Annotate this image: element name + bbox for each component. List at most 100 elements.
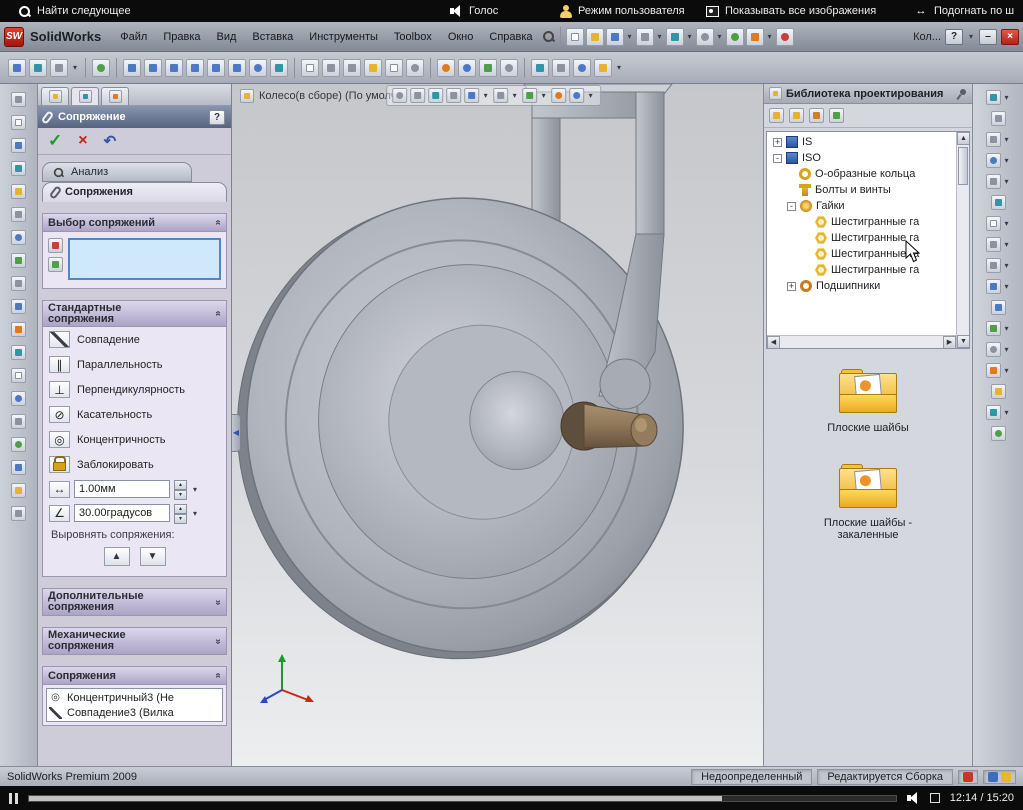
scene-icon[interactable]: [479, 59, 497, 77]
standard-mates-header[interactable]: Стандартные сопряжения »: [43, 301, 226, 327]
options-icon[interactable]: [746, 28, 764, 46]
distance-dropdown-icon[interactable]: ▾: [191, 485, 199, 494]
mates-list-item[interactable]: Совпадение3 (Вилка: [49, 705, 220, 720]
menu-edit[interactable]: Правка: [156, 28, 207, 46]
distribute-icon[interactable]: [343, 59, 361, 77]
line-tool-icon[interactable]: [531, 59, 549, 77]
tab-analysis[interactable]: Анализ: [42, 162, 192, 182]
tree-item-bolts[interactable]: Болты и винты: [769, 182, 954, 198]
camera-icon[interactable]: [986, 363, 1001, 378]
view-orientation-icon[interactable]: [464, 88, 479, 103]
show-all-images-button[interactable]: Показывать все изображения: [706, 0, 876, 22]
dropdown-icon[interactable]: ▾: [1003, 93, 1011, 102]
select-dropdown-icon[interactable]: ▾: [716, 32, 724, 41]
tree-vertical-scrollbar[interactable]: ▲ ▼: [956, 132, 969, 348]
select-icon[interactable]: [696, 28, 714, 46]
reference-geometry-icon[interactable]: [207, 59, 225, 77]
appearance-target-icon[interactable]: [986, 405, 1001, 420]
expander-icon[interactable]: +: [787, 282, 796, 291]
mates-list-item[interactable]: ◎ Концентричный3 (Не: [49, 690, 220, 705]
zoom-area-icon[interactable]: [410, 88, 425, 103]
section-view-icon[interactable]: [446, 88, 461, 103]
feature-manager-tab[interactable]: [41, 87, 69, 105]
trim-tool-icon[interactable]: [552, 59, 570, 77]
smart-dimension-icon[interactable]: [364, 59, 382, 77]
display-style-icon[interactable]: [493, 88, 508, 103]
insert-component-icon[interactable]: [8, 59, 26, 77]
mate-lock[interactable]: Заблокировать: [43, 452, 226, 477]
rebuild-icon[interactable]: [726, 28, 744, 46]
dropdown-icon[interactable]: ▾: [1003, 324, 1011, 333]
circle-tool-icon[interactable]: [573, 59, 591, 77]
solidworks-search-icon[interactable]: [542, 30, 555, 43]
document-name-short[interactable]: Кол...: [913, 31, 941, 43]
mate-tangent[interactable]: ⊘ Касательность: [43, 402, 226, 427]
anti-aligned-button[interactable]: ▼: [140, 547, 166, 566]
pause-button[interactable]: [9, 793, 18, 804]
tree-item-orings[interactable]: О-образные кольца: [769, 166, 954, 182]
mate-perpendicular[interactable]: ⊥ Перпендикулярность: [43, 377, 226, 402]
view-orientation-dropdown-icon[interactable]: ▾: [482, 91, 490, 100]
zoom-fit-icon[interactable]: [392, 88, 407, 103]
menu-toolbox[interactable]: Toolbox: [387, 28, 439, 46]
surfaces-icon[interactable]: [11, 161, 26, 176]
mate-coincident[interactable]: Совпадение: [43, 327, 226, 352]
menu-view[interactable]: Вид: [210, 28, 244, 46]
tree-item-iso[interactable]: - ISO: [769, 150, 954, 166]
dropdown-icon[interactable]: ▾: [1003, 345, 1011, 354]
edit-appearance-icon[interactable]: [551, 88, 566, 103]
seek-bar[interactable]: [28, 795, 897, 802]
rotate-view-icon[interactable]: [986, 153, 1001, 168]
panel-splitter[interactable]: ◀: [232, 414, 241, 452]
interference-detection-icon[interactable]: [458, 59, 476, 77]
library-folder-flat-washers[interactable]: Плоские шайбы: [803, 369, 933, 434]
assembly-features-icon[interactable]: [186, 59, 204, 77]
rotate-component-icon[interactable]: [144, 59, 162, 77]
previous-view-icon[interactable]: [428, 88, 443, 103]
features-icon[interactable]: [11, 138, 26, 153]
hide-show-items-icon[interactable]: [522, 88, 537, 103]
aligned-button[interactable]: ▲: [104, 547, 130, 566]
tree-item-nuts[interactable]: - Гайки: [769, 198, 954, 214]
refresh-icon[interactable]: [829, 108, 844, 123]
zoom-area-icon[interactable]: [986, 132, 1001, 147]
save-icon[interactable]: [606, 28, 624, 46]
undo-button[interactable]: ↶: [104, 132, 117, 150]
mate-concentric[interactable]: ◎ Концентричность: [43, 427, 226, 452]
coordinate-system-icon[interactable]: [11, 460, 26, 475]
move-component-icon[interactable]: [123, 59, 141, 77]
advanced-mates-header[interactable]: Дополнительные сопряжения »: [43, 589, 226, 615]
hide-show-dropdown-icon[interactable]: ▾: [540, 91, 548, 100]
previous-view-icon[interactable]: [991, 195, 1006, 210]
distance-spinner[interactable]: ▴▾: [174, 480, 187, 498]
dimension-icon[interactable]: [11, 184, 26, 199]
scrollbar-thumb[interactable]: [958, 147, 968, 185]
smart-fasteners-icon[interactable]: [92, 59, 110, 77]
minimize-button[interactable]: –: [979, 29, 997, 45]
show-hidden-components-icon[interactable]: [165, 59, 183, 77]
offset-entities-icon[interactable]: [11, 253, 26, 268]
exploded-view-icon[interactable]: [249, 59, 267, 77]
help-dropdown-icon[interactable]: ▾: [967, 32, 975, 41]
status-quick-tips-cell[interactable]: [983, 770, 1016, 784]
undo-icon[interactable]: [666, 28, 684, 46]
relations-icon[interactable]: [11, 207, 26, 222]
mate-selection-box[interactable]: [68, 238, 221, 280]
align-icon[interactable]: [322, 59, 340, 77]
dropdown-icon[interactable]: ▾: [1003, 135, 1011, 144]
explode-line-sketch-icon[interactable]: [270, 59, 288, 77]
angle-field[interactable]: 30.00градусов: [74, 504, 170, 522]
refresh-view-icon[interactable]: [986, 90, 1001, 105]
linear-pattern-icon[interactable]: [11, 322, 26, 337]
dropdown-icon[interactable]: ▾: [1003, 408, 1011, 417]
save-dropdown-icon[interactable]: ▾: [626, 32, 634, 41]
expander-icon[interactable]: +: [773, 138, 782, 147]
expander-icon[interactable]: -: [773, 154, 782, 163]
find-next-button[interactable]: Найти следующее: [18, 0, 131, 22]
tree-item-hex-nut-1[interactable]: Шестигранные га: [769, 214, 954, 230]
menu-tools[interactable]: Инструменты: [302, 28, 385, 46]
mechanical-mates-header[interactable]: Механические сопряжения »: [43, 628, 226, 654]
apply-scene-dropdown-icon[interactable]: ▾: [587, 91, 595, 100]
mates-list-header[interactable]: Сопряжения »: [43, 667, 226, 685]
expander-icon[interactable]: -: [787, 202, 796, 211]
